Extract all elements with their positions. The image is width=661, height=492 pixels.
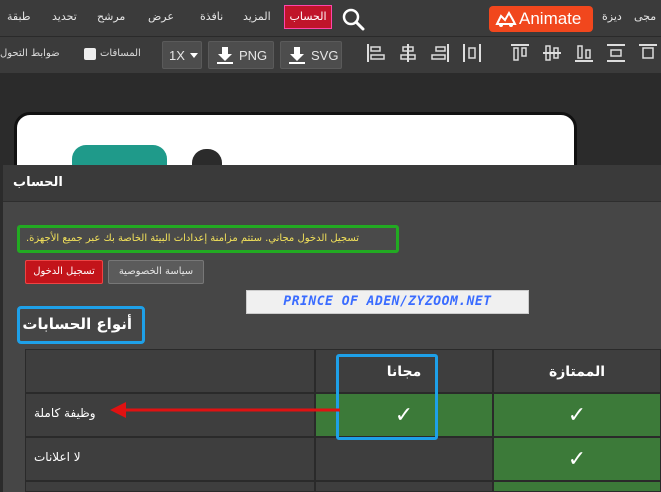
info-message: تسجيل الدخول مجاني. ستتم مزامنة إعدادات …	[17, 225, 399, 253]
align-center-h-icon[interactable]	[398, 43, 418, 63]
png-label: PNG	[239, 48, 268, 63]
red-arrow-icon	[110, 402, 340, 418]
distances-label: المسافات	[100, 48, 141, 59]
align-middle-icon[interactable]	[542, 43, 562, 63]
cell-premium-no-ads: ✓	[493, 437, 661, 481]
table-header-empty	[25, 349, 315, 393]
menu-layer[interactable]: طبقة	[7, 10, 31, 23]
search-icon[interactable]	[341, 7, 365, 31]
free-column-highlight	[336, 354, 438, 440]
zoom-value: 1X	[169, 48, 185, 63]
animate-label: Animate	[519, 9, 582, 28]
watermark-banner: PRINCE OF ADEN/ZYZOOM.NET	[246, 290, 529, 314]
row-label-no-ads: لا اعلانات	[25, 437, 315, 481]
animate-button[interactable]: Animate	[489, 6, 593, 32]
menu-select[interactable]: تحديد	[52, 10, 77, 23]
menu-more[interactable]: المزيد	[243, 10, 271, 23]
align-extra-icon[interactable]	[638, 43, 658, 63]
export-svg-button[interactable]: SVG	[280, 41, 342, 69]
table-row-partial	[493, 481, 661, 492]
menu-ds[interactable]: ديزة	[602, 10, 622, 23]
table-row-partial	[315, 481, 493, 492]
column-premium: الممتازة	[493, 349, 661, 393]
account-types-heading-box: أنواع الحسابات	[17, 306, 145, 344]
download-icon	[217, 47, 233, 64]
menu-view[interactable]: عرض	[148, 10, 174, 23]
download-icon	[289, 47, 305, 64]
table-row-partial	[25, 481, 315, 492]
login-button[interactable]: تسجيل الدخول	[25, 260, 103, 284]
cell-free-no-ads	[315, 437, 493, 481]
align-top-icon[interactable]	[510, 43, 530, 63]
menu-account[interactable]: الحساب	[284, 5, 332, 29]
align-bottom-icon[interactable]	[574, 43, 594, 63]
animate-logo-icon	[495, 10, 517, 27]
svg-label: SVG	[311, 48, 339, 63]
zoom-select[interactable]: 1X	[162, 41, 202, 69]
cell-premium-full-function: ✓	[493, 393, 661, 437]
menu-filter[interactable]: مرشح	[97, 10, 125, 23]
dialog-title: الحساب	[13, 175, 63, 190]
align-left-icon[interactable]	[366, 43, 386, 63]
distances-checkbox[interactable]	[84, 48, 96, 60]
info-text: تسجيل الدخول مجاني. ستتم مزامنة إعدادات …	[26, 233, 360, 244]
transform-constraints-label[interactable]: ضوابط التحول	[0, 48, 60, 59]
menubar: طبقة تحديد مرشح عرض نافذة المزيد الحساب …	[0, 0, 661, 37]
privacy-policy-button[interactable]: سياسة الخصوصية	[108, 260, 204, 284]
distribute-v-icon[interactable]	[606, 43, 626, 63]
menu-extra[interactable]: مجى	[634, 10, 656, 23]
distribute-h-icon[interactable]	[462, 43, 482, 63]
export-png-button[interactable]: PNG	[208, 41, 274, 69]
dialog-header: الحساب	[3, 165, 661, 202]
account-dialog: الحساب تسجيل الدخول مجاني. ستتم مزامنة إ…	[3, 165, 661, 492]
align-right-icon[interactable]	[430, 43, 450, 63]
account-types-heading: أنواع الحسابات	[22, 315, 132, 333]
chevron-down-icon	[190, 53, 198, 58]
menu-window[interactable]: نافذة	[200, 10, 223, 23]
